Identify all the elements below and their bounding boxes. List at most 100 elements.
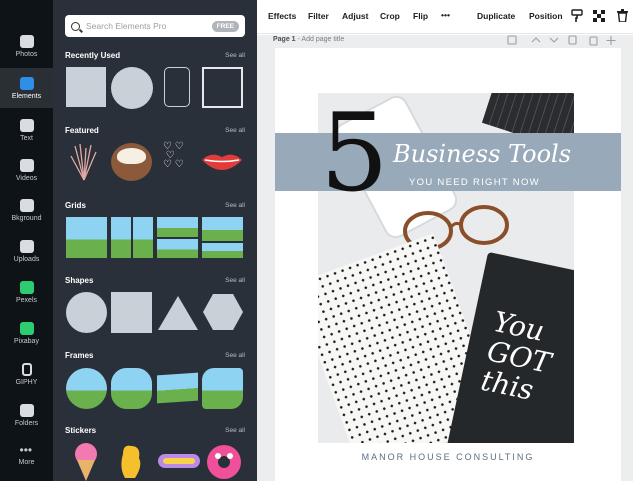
- elements-icon: [19, 76, 34, 90]
- rail-giphy[interactable]: GIPHY: [0, 354, 53, 394]
- paint-roller-icon[interactable]: [571, 9, 583, 23]
- rail-pexels[interactable]: Pexels: [0, 272, 53, 312]
- headline-number[interactable]: 5: [320, 100, 389, 208]
- pexels-icon: [19, 280, 34, 294]
- duplicate-button[interactable]: Duplicate: [477, 11, 515, 21]
- rail-label: Bkground: [11, 214, 42, 222]
- headline-script-title[interactable]: Business Tools: [393, 140, 571, 168]
- grid-mixed-top-thumb[interactable]: [202, 217, 243, 241]
- rail-label: Photos: [15, 50, 38, 58]
- search-input[interactable]: Search Elements Pro FREE: [65, 15, 245, 37]
- search-icon: [71, 21, 80, 31]
- see-all-recently-used[interactable]: See all: [225, 52, 245, 59]
- section-title-featured: Featured: [65, 126, 99, 135]
- move-page-up-icon[interactable]: [531, 37, 541, 43]
- more-options-button[interactable]: •••: [441, 10, 450, 20]
- rail-videos[interactable]: Videos: [0, 150, 53, 190]
- word-sticker-thumb[interactable]: [157, 452, 201, 470]
- frame-badge-thumb[interactable]: [111, 368, 152, 409]
- elements-panel: Search Elements Pro FREE Recently Used S…: [53, 0, 257, 481]
- section-title-stickers: Stickers: [65, 426, 97, 435]
- add-page-icon[interactable]: [606, 36, 616, 45]
- flip-button[interactable]: Flip: [413, 11, 428, 21]
- icon-rail: Photos Elements Text Videos Bkground Upl…: [0, 0, 53, 481]
- rail-label: Videos: [15, 174, 38, 182]
- donut-sticker-thumb[interactable]: [206, 442, 242, 481]
- section-title-recently-used: Recently Used: [65, 51, 121, 60]
- frame-torn-thumb[interactable]: [202, 368, 243, 409]
- recent-circle-thumb[interactable]: [111, 67, 153, 109]
- rail-text[interactable]: Text: [0, 110, 53, 150]
- video-icon: [19, 158, 34, 172]
- rail-label: Folders: [14, 419, 39, 427]
- see-all-frames[interactable]: See all: [225, 352, 245, 359]
- filter-button[interactable]: Filter: [308, 11, 329, 21]
- shape-circle-thumb[interactable]: [66, 292, 107, 333]
- frame-banner-thumb[interactable]: [157, 372, 198, 404]
- pixabay-icon: [19, 321, 34, 335]
- effects-button[interactable]: Effects: [268, 11, 296, 21]
- move-page-down-icon[interactable]: [549, 37, 559, 43]
- page-label[interactable]: Page 1 - Add page title: [273, 36, 344, 43]
- rail-folders[interactable]: Folders: [0, 395, 53, 435]
- more-icon: •••: [19, 443, 33, 457]
- grid-two-col-left-thumb[interactable]: [111, 217, 131, 258]
- grid-two-row-top-thumb[interactable]: [157, 217, 198, 237]
- trash-icon[interactable]: [617, 9, 628, 22]
- position-button[interactable]: Position: [529, 11, 563, 21]
- rail-uploads[interactable]: Uploads: [0, 231, 53, 271]
- shape-hexagon-thumb[interactable]: [202, 292, 244, 332]
- lips-thumb[interactable]: [201, 151, 243, 171]
- see-all-grids[interactable]: See all: [225, 202, 245, 209]
- grass-sketch-thumb[interactable]: [67, 140, 101, 182]
- transparency-icon[interactable]: [593, 10, 605, 22]
- rail-more[interactable]: ••• More: [0, 436, 53, 476]
- search-placeholder: Search Elements Pro: [86, 21, 167, 31]
- delete-page-icon[interactable]: [589, 36, 598, 46]
- section-title-shapes: Shapes: [65, 276, 94, 285]
- brand-footer[interactable]: MANOR HOUSE CONSULTING: [275, 452, 621, 462]
- text-icon: [19, 118, 34, 132]
- free-badge: FREE: [211, 20, 239, 32]
- section-title-frames: Frames: [65, 351, 94, 360]
- see-all-featured[interactable]: See all: [225, 127, 245, 134]
- see-all-stickers[interactable]: See all: [225, 427, 245, 434]
- rail-label: GIPHY: [15, 378, 38, 386]
- copy-page-icon[interactable]: [568, 35, 577, 45]
- crop-button[interactable]: Crop: [380, 11, 400, 21]
- see-all-shapes[interactable]: See all: [225, 277, 245, 284]
- top-toolbar: Effects Filter Adjust Crop Flip ••• Dupl…: [257, 0, 633, 34]
- grid-mixed-bottom-thumb[interactable]: [202, 243, 243, 258]
- hand-sticker-thumb[interactable]: [117, 442, 145, 481]
- headline-subtitle[interactable]: YOU NEED RIGHT NOW: [409, 177, 540, 188]
- recent-rounded-frame-thumb[interactable]: [164, 67, 190, 107]
- section-title-grids: Grids: [65, 201, 86, 210]
- rail-label: More: [18, 459, 35, 466]
- grid-two-col-right-thumb[interactable]: [133, 217, 153, 258]
- rail-label: Pexels: [15, 296, 37, 304]
- page-notes-icon[interactable]: [507, 35, 517, 45]
- rail-label: Pixabay: [14, 337, 39, 345]
- page-title-input[interactable]: - Add page title: [298, 36, 345, 43]
- page-controls: [507, 35, 616, 46]
- coconut-thumb[interactable]: [111, 143, 152, 181]
- shape-triangle-thumb[interactable]: [157, 294, 199, 332]
- shape-square-thumb[interactable]: [111, 292, 152, 333]
- rail-background[interactable]: Bkground: [0, 190, 53, 230]
- rail-elements[interactable]: Elements: [0, 68, 53, 108]
- photo-icon: [19, 34, 34, 48]
- rail-photos[interactable]: Photos: [0, 26, 53, 66]
- frame-circle-thumb[interactable]: [66, 368, 107, 409]
- adjust-button[interactable]: Adjust: [342, 11, 368, 21]
- upload-icon: [19, 239, 34, 253]
- notebook-lettering: You GOT this: [478, 304, 554, 407]
- hearts-thumb[interactable]: ♡ ♡ ♡ ♡ ♡: [163, 142, 193, 182]
- rail-top-edge: [0, 4, 53, 12]
- icecream-sticker-thumb[interactable]: [71, 442, 101, 481]
- grid-single-thumb[interactable]: [66, 217, 107, 258]
- grid-two-row-bottom-thumb[interactable]: [157, 239, 198, 258]
- recent-square-thumb[interactable]: [66, 67, 106, 107]
- rail-pixabay[interactable]: Pixabay: [0, 313, 53, 353]
- background-icon: [19, 198, 34, 212]
- recent-square-frame-thumb[interactable]: [202, 67, 243, 108]
